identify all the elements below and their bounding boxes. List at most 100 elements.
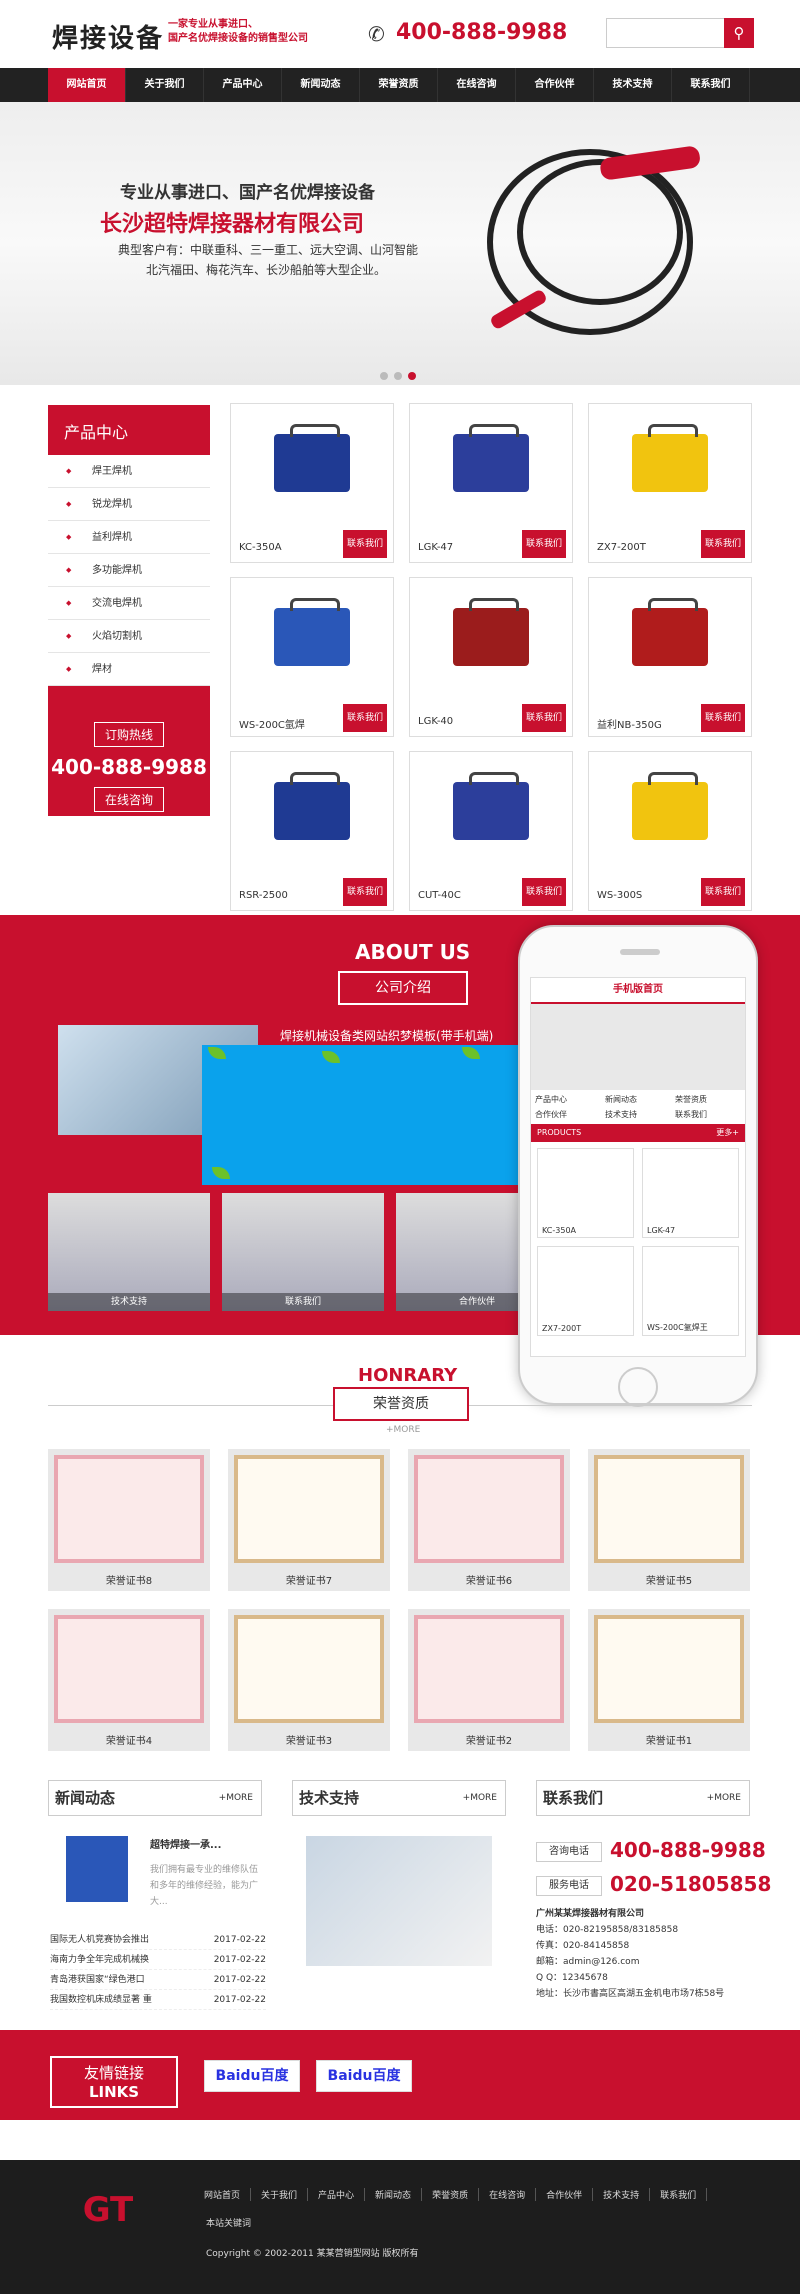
contact-us-button[interactable]: 联系我们 [343, 704, 387, 732]
thumb-tech[interactable]: 技术支持 [48, 1193, 210, 1311]
tech-image[interactable] [306, 1836, 492, 1966]
product-card[interactable]: CUT-40C 联系我们 [409, 751, 573, 911]
about-subtitle[interactable]: 公司介绍 [338, 971, 468, 1005]
product-image[interactable] [589, 752, 751, 870]
nav-item-contact[interactable]: 联系我们 [672, 68, 750, 102]
sidebar-item[interactable]: 焊王焊机 [48, 455, 210, 488]
footer-nav-item[interactable]: 关于我们 [251, 2188, 309, 2201]
honor-subtitle[interactable]: 荣誉资质 [333, 1387, 469, 1421]
news-headline[interactable]: 超特焊接一承... [150, 1836, 221, 1851]
certificate-card[interactable]: 荣誉证书2 [408, 1609, 570, 1751]
news-item[interactable]: 海南力争全年完成机械换 2017-02-22 [50, 1950, 266, 1970]
certificate-card[interactable]: 荣誉证书3 [228, 1609, 390, 1751]
certificate-card[interactable]: 荣誉证书5 [588, 1449, 750, 1591]
news-item-title[interactable]: 我国数控机床成绩显著 重 [50, 1990, 152, 2009]
product-name[interactable]: WS-300S [597, 890, 642, 901]
product-image[interactable] [589, 578, 751, 696]
footer-nav-item[interactable]: 荣誉资质 [422, 2188, 480, 2201]
nav-item-home[interactable]: 网站首页 [48, 68, 126, 102]
product-card[interactable]: LGK-40 联系我们 [409, 577, 573, 737]
mobile-more-link[interactable]: 更多+ [716, 1124, 739, 1142]
news-item-title[interactable]: 青岛港获国家“绿色港口 [50, 1970, 145, 1989]
banner-dots[interactable] [380, 372, 416, 380]
sidebar-item[interactable]: 交流电焊机 [48, 587, 210, 620]
search-icon[interactable]: ⚲ [724, 18, 754, 48]
product-card[interactable]: RSR-2500 联系我们 [230, 751, 394, 911]
slide-dot-active[interactable] [408, 372, 416, 380]
certificate-card[interactable]: 荣誉证书4 [48, 1609, 210, 1751]
mobile-product[interactable]: WS-200C氩焊王 [642, 1246, 739, 1336]
news-item[interactable]: 我国数控机床成绩显著 重 2017-02-22 [50, 1990, 266, 2010]
nav-item-honor[interactable]: 荣誉资质 [360, 68, 438, 102]
certificate-label[interactable]: 荣誉证书8 [48, 1572, 210, 1587]
contact-us-button[interactable]: 联系我们 [701, 878, 745, 906]
product-name[interactable]: KC-350A [239, 542, 282, 553]
certificate-label[interactable]: 荣誉证书2 [408, 1732, 570, 1747]
slide-dot[interactable] [394, 372, 402, 380]
contact-us-button[interactable]: 联系我们 [701, 704, 745, 732]
search-input[interactable]: ⚲ [606, 18, 754, 48]
mobile-product[interactable]: ZX7-200T [537, 1246, 634, 1336]
sidebar-item[interactable]: 益利焊机 [48, 521, 210, 554]
product-name[interactable]: LGK-40 [418, 716, 453, 727]
news-more-link[interactable]: +MORE [219, 1793, 253, 1803]
certificate-label[interactable]: 荣誉证书1 [588, 1732, 750, 1747]
tech-more-link[interactable]: +MORE [463, 1793, 497, 1803]
footer-nav-item[interactable]: 联系我们 [650, 2188, 708, 2201]
nav-item-about[interactable]: 关于我们 [126, 68, 204, 102]
contact-us-button[interactable]: 联系我们 [522, 530, 566, 558]
news-item-title[interactable]: 国际无人机竞赛协会推出 [50, 1930, 149, 1949]
product-card[interactable]: 益利NB-350G 联系我们 [588, 577, 752, 737]
product-card[interactable]: LGK-47 联系我们 [409, 403, 573, 563]
footer-nav-item[interactable]: 产品中心 [308, 2188, 366, 2201]
sidebar-item[interactable]: 焊材 [48, 653, 210, 686]
product-image[interactable] [410, 752, 572, 870]
sidebar-item[interactable]: 火焰切割机 [48, 620, 210, 653]
mobile-nav-item[interactable]: 合作伙伴 [535, 1109, 601, 1120]
certificate-label[interactable]: 荣誉证书3 [228, 1732, 390, 1747]
footer-nav-item[interactable]: 新闻动态 [365, 2188, 423, 2201]
certificate-card[interactable]: 荣誉证书7 [228, 1449, 390, 1591]
contact-us-button[interactable]: 联系我们 [701, 530, 745, 558]
footer-nav-item[interactable]: 网站首页 [194, 2188, 252, 2201]
news-image[interactable] [66, 1836, 128, 1902]
news-item[interactable]: 青岛港获国家“绿色港口 2017-02-22 [50, 1970, 266, 1990]
honor-more-link[interactable]: +MORE [386, 1425, 420, 1435]
mobile-product[interactable]: LGK-47 [642, 1148, 739, 1238]
nav-item-tech[interactable]: 技术支持 [594, 68, 672, 102]
thumb-contact[interactable]: 联系我们 [222, 1193, 384, 1311]
product-card[interactable]: ZX7-200T 联系我们 [588, 403, 752, 563]
hero-banner[interactable]: 专业从事进口、国产名优焊接设备 长沙超特焊接器材有限公司 典型客户有：中联重科、… [0, 102, 800, 385]
product-name[interactable]: RSR-2500 [239, 890, 288, 901]
product-image[interactable] [410, 404, 572, 522]
product-name[interactable]: CUT-40C [418, 890, 461, 901]
product-image[interactable] [410, 578, 572, 696]
certificate-label[interactable]: 荣誉证书6 [408, 1572, 570, 1587]
mobile-nav-item[interactable]: 新闻动态 [605, 1094, 671, 1105]
sidebar-item[interactable]: 多功能焊机 [48, 554, 210, 587]
about-text[interactable]: 焊接机械设备类网站织梦模板(带手机端) [280, 1027, 493, 1044]
contact-us-button[interactable]: 联系我们 [343, 530, 387, 558]
certificate-label[interactable]: 荣誉证书7 [228, 1572, 390, 1587]
footer-nav-item[interactable]: 技术支持 [593, 2188, 651, 2201]
certificate-label[interactable]: 荣誉证书4 [48, 1732, 210, 1747]
certificate-label[interactable]: 荣誉证书5 [588, 1572, 750, 1587]
nav-item-partners[interactable]: 合作伙伴 [516, 68, 594, 102]
site-logo[interactable]: 焊接设备 [52, 18, 164, 55]
certificate-card[interactable]: 荣誉证书6 [408, 1449, 570, 1591]
contact-more-link[interactable]: +MORE [707, 1793, 741, 1803]
mobile-nav-item[interactable]: 荣誉资质 [675, 1094, 741, 1105]
sidebar-item[interactable]: 锐龙焊机 [48, 488, 210, 521]
nav-item-consult[interactable]: 在线咨询 [438, 68, 516, 102]
product-card[interactable]: WS-300S 联系我们 [588, 751, 752, 911]
product-image[interactable] [231, 578, 393, 696]
certificate-card[interactable]: 荣誉证书8 [48, 1449, 210, 1591]
certificate-card[interactable]: 荣誉证书1 [588, 1609, 750, 1751]
product-card[interactable]: WS-200C氩焊 联系我们 [230, 577, 394, 737]
mobile-nav-item[interactable]: 技术支持 [605, 1109, 671, 1120]
product-image[interactable] [231, 404, 393, 522]
news-item[interactable]: 国际无人机竞赛协会推出 2017-02-22 [50, 1930, 266, 1950]
product-name[interactable]: LGK-47 [418, 542, 453, 553]
product-card[interactable]: KC-350A 联系我们 [230, 403, 394, 563]
contact-us-button[interactable]: 联系我们 [343, 878, 387, 906]
